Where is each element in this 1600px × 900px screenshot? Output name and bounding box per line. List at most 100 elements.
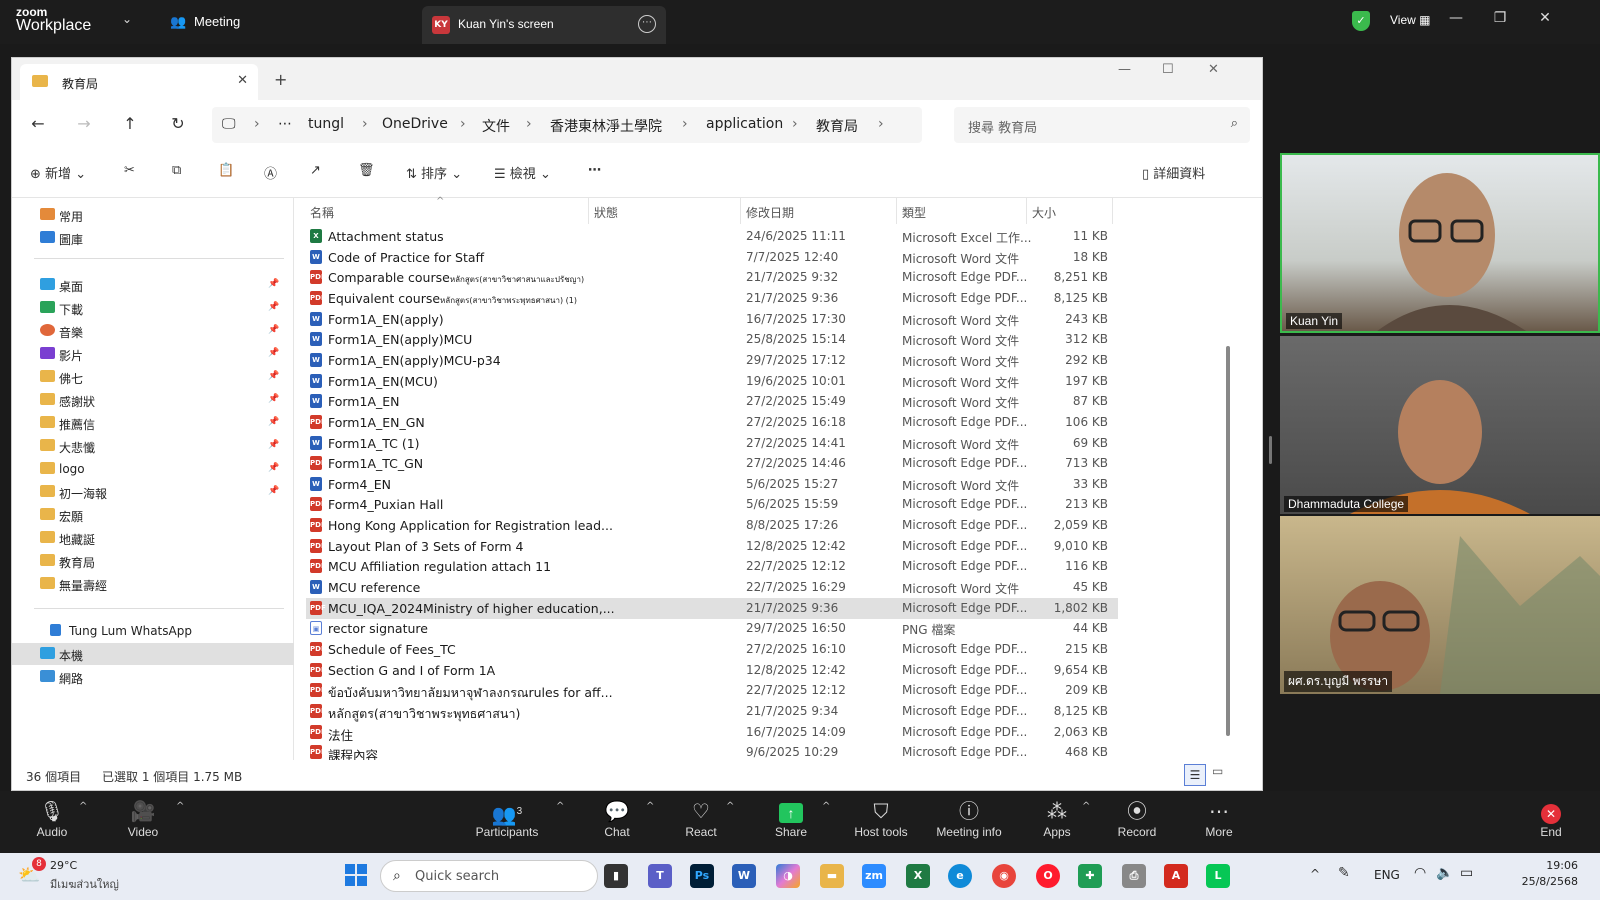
more-options-icon[interactable]: ⋯: [588, 163, 601, 178]
video-tile-dhammaduta[interactable]: Dhammaduta College: [1280, 336, 1600, 514]
table-row[interactable]: PDF 法住 16/7/2025 14:09 Microsoft Edge PDF..…: [306, 722, 1118, 743]
column-separator[interactable]: [588, 198, 589, 224]
chevron-up-icon[interactable]: ^: [1082, 801, 1090, 812]
wifi-icon[interactable]: ◠: [1414, 865, 1426, 881]
tiles-view-icon[interactable]: ▭: [1212, 764, 1223, 778]
tray-overflow-icon[interactable]: ^: [1310, 867, 1320, 881]
new-button[interactable]: ⊕ 新增 ⌄: [30, 163, 86, 182]
chevron-up-icon[interactable]: ^: [822, 801, 830, 812]
sidebar-folder[interactable]: logo 📌: [12, 458, 294, 480]
view-button[interactable]: View ▦: [1390, 13, 1430, 27]
table-row[interactable]: PDF Form1A_EN_GN 27/2/2025 16:18 Microsoft …: [306, 412, 1118, 433]
quick-search-box[interactable]: ⌕ Quick search: [380, 860, 598, 892]
edge-icon[interactable]: e: [948, 864, 972, 888]
meeting-menu[interactable]: 👥 Meeting: [170, 14, 240, 30]
share-icon[interactable]: ↗: [310, 163, 321, 178]
table-row[interactable]: W Form1A_TC (1) 27/2/2025 14:41 Microsoft W…: [306, 433, 1118, 454]
chevron-up-icon[interactable]: ^: [176, 801, 184, 812]
file-explorer-icon[interactable]: ▬: [820, 864, 844, 888]
column-separator[interactable]: [740, 198, 741, 224]
column-status[interactable]: 狀態: [594, 204, 618, 221]
table-row[interactable]: PDF Schedule of Fees_TC 27/2/2025 16:10 Mic…: [306, 639, 1118, 660]
breadcrumb-item[interactable]: application: [706, 116, 783, 132]
table-row[interactable]: PDF Comparable courseหลักสูตร(สาขาวิชาศาส…: [306, 267, 1118, 288]
end-button[interactable]: ✕ End: [1506, 799, 1596, 839]
sidebar-item-network[interactable]: 網路: [12, 666, 294, 688]
security-shield-icon[interactable]: ✓: [1352, 11, 1370, 31]
forward-icon[interactable]: →: [72, 114, 96, 133]
search-input[interactable]: 搜尋 教育局 ⌕: [954, 107, 1250, 143]
opera-icon[interactable]: O: [1036, 864, 1060, 888]
teams-icon[interactable]: T: [648, 864, 672, 888]
sidebar-item-videos[interactable]: 影片 📌: [12, 343, 294, 365]
close-tab-icon[interactable]: ✕: [237, 73, 248, 88]
photoshop-icon[interactable]: Ps: [690, 864, 714, 888]
table-row[interactable]: W MCU reference 22/7/2025 16:29 Microsoft W…: [306, 577, 1118, 598]
column-separator[interactable]: [1112, 198, 1113, 224]
scrollbar[interactable]: [1226, 346, 1230, 736]
table-row[interactable]: PDF MCU_IQA_2024Ministry of higher educat…: [306, 597, 1118, 619]
line-icon[interactable]: L: [1206, 864, 1230, 888]
excel-icon[interactable]: X: [906, 864, 930, 888]
sheets-icon[interactable]: ✚: [1078, 864, 1102, 888]
acrobat-icon[interactable]: A: [1164, 864, 1188, 888]
task-view-icon[interactable]: ▮: [604, 864, 628, 888]
sidebar-folder[interactable]: 宏願: [12, 504, 294, 526]
sidebar-folder[interactable]: 推薦信 📌: [12, 412, 294, 434]
column-size[interactable]: 大小: [1032, 204, 1056, 221]
sidebar-item-desktop[interactable]: 桌面 📌: [12, 274, 294, 296]
sidebar-item-gallery[interactable]: 圖庫: [12, 227, 294, 249]
zoom-logo[interactable]: zoom Workplace: [16, 6, 91, 34]
paste-icon[interactable]: 📋: [218, 163, 234, 178]
weather-widget[interactable]: ⛅ 8: [18, 857, 46, 887]
video-button[interactable]: 🎥 Video: [98, 799, 188, 839]
back-icon[interactable]: ←: [26, 114, 50, 133]
pen-icon[interactable]: ✎: [1338, 865, 1350, 881]
chevron-up-icon[interactable]: ^: [646, 801, 654, 812]
copilot-icon[interactable]: ◑: [776, 864, 800, 888]
delete-icon[interactable]: 🗑: [358, 163, 375, 178]
start-button[interactable]: [344, 863, 370, 889]
table-row[interactable]: W Form1A_EN(MCU) 19/6/2025 10:01 Microsoft …: [306, 371, 1118, 392]
explorer-tab[interactable]: 教育局 ✕: [20, 64, 258, 100]
details-view-icon[interactable]: ☰: [1184, 764, 1206, 786]
table-row[interactable]: W Form1A_EN 27/2/2025 15:49 Microsoft Word …: [306, 391, 1118, 412]
table-row[interactable]: PDF Section G and I of Form 1A 12/8/2025 1…: [306, 660, 1118, 681]
breadcrumb-item[interactable]: OneDrive: [382, 116, 448, 132]
chevron-up-icon[interactable]: ^: [726, 801, 734, 812]
chevron-up-icon[interactable]: ^: [79, 801, 87, 812]
sidebar-item-whatsapp[interactable]: Tung Lum WhatsApp: [12, 620, 294, 642]
view-button[interactable]: ☰ 檢視 ⌄: [494, 163, 551, 182]
video-tile-third[interactable]: ผศ.ดร.บุญมี พรรษา: [1280, 516, 1600, 694]
share-screen-tab[interactable]: KY Kuan Yin's screen ⋯: [422, 6, 666, 44]
more-button[interactable]: ⋯ More: [1174, 799, 1264, 839]
table-row[interactable]: W Form1A_EN(apply)MCU-p34 29/7/2025 17:12 M…: [306, 350, 1118, 371]
sort-button[interactable]: ⇅ 排序 ⌄: [406, 163, 462, 182]
panel-resize-handle[interactable]: [1269, 436, 1272, 464]
rename-icon[interactable]: Ⓐ: [264, 163, 277, 182]
sidebar-folder[interactable]: 大悲懺 📌: [12, 435, 294, 457]
table-row[interactable]: W Form1A_EN(apply) 16/7/2025 17:30 Microsof…: [306, 309, 1118, 330]
table-row[interactable]: ▣ rector signature 29/7/2025 16:50 PNG 檔案 44…: [306, 618, 1118, 639]
sidebar-item-home[interactable]: 常用: [12, 204, 294, 226]
sidebar-folder[interactable]: 教育局: [12, 550, 294, 572]
sidebar-item-this-pc[interactable]: 本機: [12, 643, 294, 665]
minimize-icon[interactable]: —: [1446, 10, 1466, 26]
battery-icon[interactable]: ▭: [1460, 865, 1473, 881]
breadcrumb-item[interactable]: 香港東林淨土學院: [550, 116, 662, 136]
host-tools-button[interactable]: ⛉ Host tools: [836, 799, 926, 839]
close-icon[interactable]: ✕: [1535, 10, 1555, 26]
sidebar-folder[interactable]: 初一海報 📌: [12, 481, 294, 503]
sidebar-folder[interactable]: 無量壽經: [12, 573, 294, 595]
sidebar-item-music[interactable]: 音樂 📌: [12, 320, 294, 342]
maximize-icon[interactable]: ☐: [1162, 62, 1174, 77]
breadcrumb-item[interactable]: tungl: [308, 116, 344, 132]
close-window-icon[interactable]: ✕: [1208, 62, 1219, 77]
table-row[interactable]: PDF Form1A_TC_GN 27/2/2025 14:46 Microsoft …: [306, 453, 1118, 474]
table-row[interactable]: W Form1A_EN(apply)MCU 25/8/2025 15:14 Micro…: [306, 329, 1118, 350]
restore-icon[interactable]: ❐: [1490, 10, 1510, 26]
sidebar-folder[interactable]: 地藏誕: [12, 527, 294, 549]
sidebar-folder[interactable]: 佛七 📌: [12, 366, 294, 388]
column-name[interactable]: 名稱: [310, 204, 334, 221]
overflow-icon[interactable]: ⋯: [278, 116, 292, 132]
